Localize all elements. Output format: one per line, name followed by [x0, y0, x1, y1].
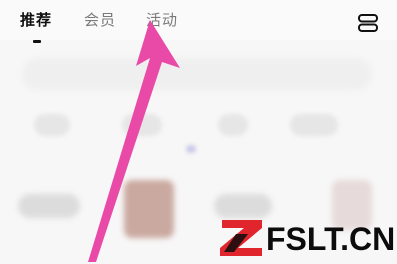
menu-icon[interactable]: [358, 13, 378, 33]
content-card-avatar[interactable]: [124, 180, 174, 238]
category-chip[interactable]: [122, 114, 162, 136]
content-card[interactable]: [214, 180, 272, 218]
watermark-logo: [220, 220, 262, 256]
active-tab-indicator: [33, 40, 41, 43]
search-bar[interactable]: [22, 58, 372, 90]
top-nav-bar: 推荐 会员 活动: [0, 0, 397, 43]
tab-membership[interactable]: 会员: [84, 10, 116, 30]
category-chip[interactable]: [290, 114, 338, 136]
tab-events[interactable]: 活动: [146, 10, 178, 30]
decorative-dot: [186, 145, 196, 153]
category-chip[interactable]: [218, 114, 248, 136]
content-card[interactable]: [18, 180, 80, 218]
watermark: FSLT.CN: [218, 216, 396, 262]
category-chip[interactable]: [34, 114, 70, 136]
tab-recommend[interactable]: 推荐: [20, 10, 52, 30]
watermark-text: FSLT.CN: [266, 221, 396, 257]
